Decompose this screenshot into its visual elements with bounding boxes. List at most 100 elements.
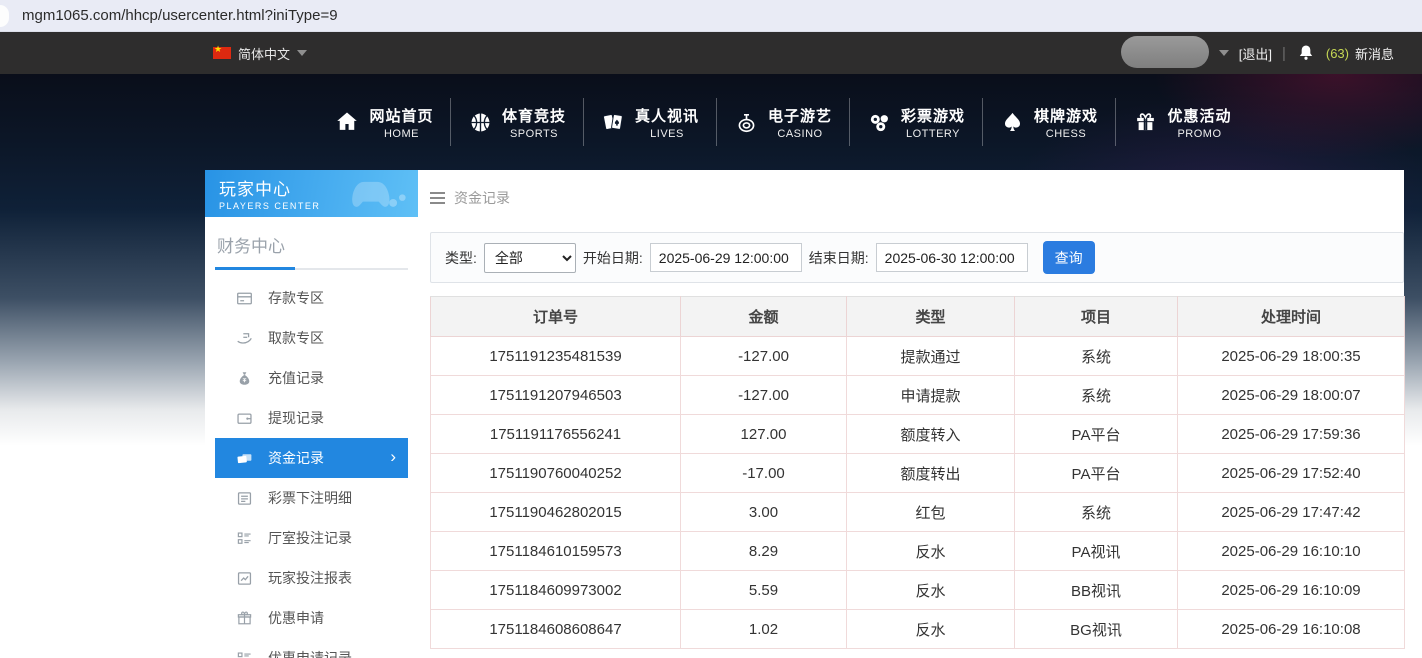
nav-item-promo[interactable]: 优惠活动PROMO — [1116, 98, 1249, 146]
sidebar-item-3[interactable]: 提现记录› — [215, 398, 408, 438]
sidebar-item-2[interactable]: 充值记录› — [215, 358, 408, 398]
table-cell: 1751184608608647 — [431, 610, 681, 649]
language-label: 简体中文 — [238, 44, 290, 63]
sidebar-item-label: 玩家投注报表 — [268, 568, 352, 588]
page-url: mgm1065.com/hhcp/usercenter.html?iniType… — [22, 0, 338, 31]
table-header-cell: 处理时间 — [1178, 297, 1405, 337]
deposit-icon — [236, 290, 253, 307]
sidebar-item-4-active[interactable]: 资金记录› — [215, 438, 408, 478]
sidebar-item-8[interactable]: 优惠申请› — [215, 598, 408, 638]
sidebar-item-7[interactable]: 玩家投注报表› — [215, 558, 408, 598]
search-button[interactable]: 查询 — [1043, 241, 1095, 274]
sidebar-item-label: 存款专区 — [268, 288, 324, 308]
table-cell: 申请提款 — [847, 376, 1015, 415]
account-chevron-down-icon[interactable] — [1219, 50, 1229, 56]
content-panel: 玩家中心 PLAYERS CENTER 财务中心 存款专区›取款专区›充值记录›… — [205, 170, 1404, 658]
funds-record-table: 订单号金额类型项目处理时间 1751191235481539-127.00提款通… — [430, 296, 1405, 649]
table-cell: 反水 — [847, 610, 1015, 649]
nav-item-lives[interactable]: 真人视讯 LIVES — [584, 98, 717, 146]
sidebar-menu: 存款专区›取款专区›充值记录›提现记录›资金记录›彩票下注明细›厅室投注记录›玩… — [215, 278, 408, 658]
nav-item-chess[interactable]: 棋牌游戏CHESS — [983, 98, 1116, 146]
username-redacted[interactable] — [1121, 36, 1209, 68]
language-selector[interactable]: ★ 简体中文 — [213, 32, 307, 74]
topbar-divider: | — [1282, 45, 1286, 62]
table-cell: 2025-06-29 18:00:35 — [1178, 337, 1405, 376]
funds-cards-icon — [236, 450, 253, 467]
table-cell: 1751191207946503 — [431, 376, 681, 415]
table-cell: BG视讯 — [1015, 610, 1178, 649]
table-row: 17511904628020153.00红包系统2025-06-29 17:47… — [431, 493, 1405, 532]
table-row: 17511846101595738.29反水PA视讯2025-06-29 16:… — [431, 532, 1405, 571]
table-header-cell: 项目 — [1015, 297, 1178, 337]
table-cell: PA平台 — [1015, 415, 1178, 454]
table-cell: 2025-06-29 17:52:40 — [1178, 454, 1405, 493]
table-cell: 2025-06-29 17:47:42 — [1178, 493, 1405, 532]
table-header-cell: 类型 — [847, 297, 1015, 337]
nav-label-en: SPORTS — [502, 128, 566, 140]
nav-label-zh: 体育竞技 — [502, 105, 566, 126]
sidebar-item-label: 充值记录 — [268, 368, 324, 388]
table-row: 17511846086086471.02反水BG视讯2025-06-29 16:… — [431, 610, 1405, 649]
nav-item-sports[interactable]: 体育竞技 SPORTS — [451, 98, 584, 146]
table-cell: PA视讯 — [1015, 532, 1178, 571]
nav-label-zh: 真人视讯 — [635, 105, 699, 126]
chevron-right-icon: › — [390, 447, 396, 467]
table-cell: 2025-06-29 17:59:36 — [1178, 415, 1405, 454]
china-flag-icon: ★ — [213, 47, 231, 59]
nav-label-zh: 彩票游戏 — [901, 105, 965, 126]
table-cell: 1.02 — [681, 610, 847, 649]
end-date-input[interactable] — [876, 243, 1028, 272]
table-cell: PA平台 — [1015, 454, 1178, 493]
nav-item-casino[interactable]: 电子游艺 CASINO — [717, 98, 850, 146]
nav-label-en: CASINO — [768, 128, 832, 140]
sidebar-item-label: 优惠申请 — [268, 608, 324, 628]
finance-center-label: 财务中心 — [217, 232, 408, 257]
table-cell: -17.00 — [681, 454, 847, 493]
table-body: 1751191235481539-127.00提款通过系统2025-06-29 … — [431, 337, 1405, 649]
nav-item-home[interactable]: 网站首页HOME — [318, 98, 451, 146]
type-label: 类型: — [445, 248, 477, 268]
table-cell: 红包 — [847, 493, 1015, 532]
main-nav: 网站首页HOME 体育竞技 SPORTS 真人视讯 LIVES 电子游艺 CASINO 彩票游… — [318, 74, 1249, 170]
filter-bar: 类型: 全部 开始日期: 结束日期: 查询 — [430, 232, 1404, 283]
nav-item-lottery[interactable]: 彩票游戏LOTTERY — [850, 98, 983, 146]
table-row: 1751191207946503-127.00申请提款系统2025-06-29 … — [431, 376, 1405, 415]
top-bar: ★ 简体中文 [退出] | (63) 新消息 — [0, 32, 1422, 74]
table-cell: 系统 — [1015, 493, 1178, 532]
table-cell: -127.00 — [681, 376, 847, 415]
table-cell: BB视讯 — [1015, 571, 1178, 610]
table-cell: 1751190462802015 — [431, 493, 681, 532]
table-cell: 2025-06-29 16:10:08 — [1178, 610, 1405, 649]
sidebar: 玩家中心 PLAYERS CENTER 财务中心 存款专区›取款专区›充值记录›… — [205, 170, 418, 658]
main-area: 资金记录 类型: 全部 开始日期: 结束日期: 查询 订单号金额类型项目处理时间… — [430, 170, 1404, 658]
table-cell: 反水 — [847, 532, 1015, 571]
sidebar-item-5[interactable]: 彩票下注明细› — [215, 478, 408, 518]
withdraw-hand-icon — [236, 330, 253, 347]
table-cell: 提款通过 — [847, 337, 1015, 376]
list-doc-icon — [236, 490, 253, 507]
logout-link[interactable]: [退出] — [1239, 44, 1272, 63]
table-cell: 系统 — [1015, 376, 1178, 415]
home-icon — [334, 109, 360, 135]
table-row: 17511846099730025.59反水BB视讯2025-06-29 16:… — [431, 571, 1405, 610]
sidebar-item-6[interactable]: 厅室投注记录› — [215, 518, 408, 558]
sidebar-item-label: 取款专区 — [268, 328, 324, 348]
bell-icon[interactable] — [1296, 43, 1316, 63]
table-cell: 1751184610159573 — [431, 532, 681, 571]
sidebar-item-9[interactable]: 优惠申请记录› — [215, 638, 408, 658]
sidebar-item-0[interactable]: 存款专区› — [215, 278, 408, 318]
table-cell: 1751190760040252 — [431, 454, 681, 493]
sidebar-item-1[interactable]: 取款专区› — [215, 318, 408, 358]
browser-address-bar[interactable]: mgm1065.com/hhcp/usercenter.html?iniType… — [0, 0, 1422, 32]
start-date-input[interactable] — [650, 243, 802, 272]
section-underline — [215, 268, 408, 270]
table-cell: 1751184609973002 — [431, 571, 681, 610]
nav-label-en: PROMO — [1167, 128, 1231, 140]
nav-label-en: LIVES — [635, 128, 699, 140]
message-count: (63) — [1326, 46, 1349, 61]
table-row: 1751191176556241127.00额度转入PA平台2025-06-29… — [431, 415, 1405, 454]
messages-link[interactable]: (63) 新消息 — [1326, 44, 1394, 63]
nav-label-zh: 电子游艺 — [768, 105, 832, 126]
type-select[interactable]: 全部 — [484, 243, 576, 273]
table-cell: 1751191235481539 — [431, 337, 681, 376]
